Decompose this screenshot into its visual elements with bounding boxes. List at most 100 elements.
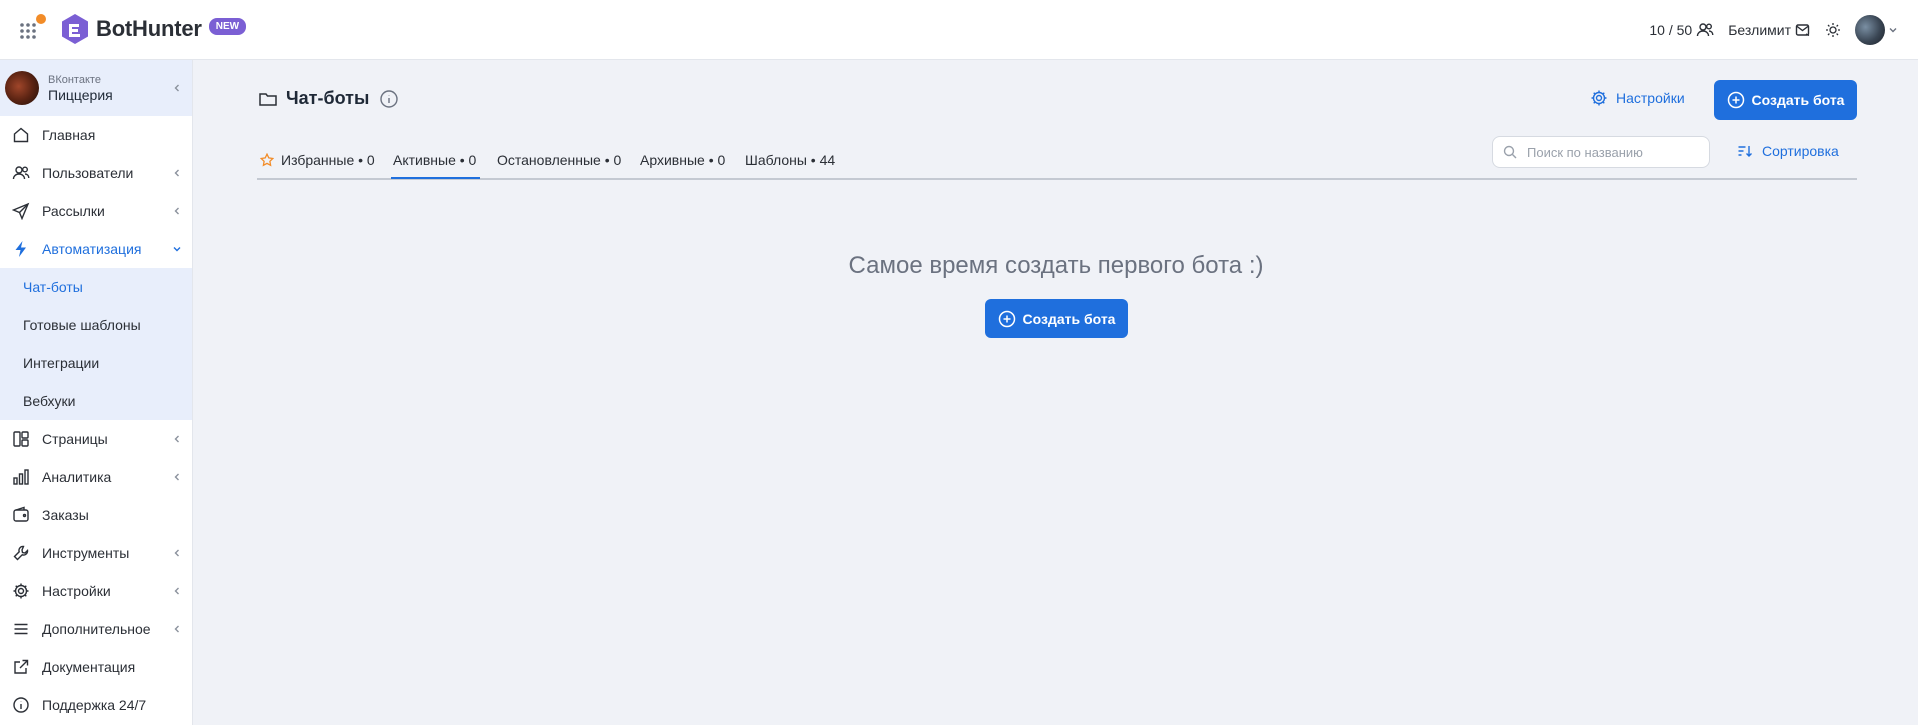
chevron-down-icon[interactable] [1888,25,1898,35]
account-switcher[interactable]: ВКонтакте Пиццерия [0,60,192,116]
users-icon [12,166,30,180]
sidebar-item-label: Рассылки [42,203,105,219]
account-name: Пиццерия [48,86,113,103]
create-bot-label: Создать бота [1751,92,1845,108]
submenu-item-chatbots[interactable]: Чат-боты [0,268,192,306]
automation-submenu: Чат-боты Готовые шаблоны Интеграции Вебх… [0,268,192,420]
folder-icon [259,92,277,106]
tab-archived[interactable]: Архивные • 0 [640,152,725,168]
tab-stopped[interactable]: Остановленные • 0 [497,152,621,168]
sidebar-item-label: Инструменты [42,545,130,561]
sidebar-item-home[interactable]: Главная [0,116,192,154]
chevron-left-icon [174,435,179,443]
sidebar-item-label: Дополнительное [42,621,151,637]
sun-icon [1826,23,1840,37]
account-avatar [5,71,39,105]
wallet-icon [13,506,29,522]
sidebar-item-label: Главная [42,127,96,143]
mail-icon [1795,24,1810,37]
header-right: 10 / 50 Безлимит [1649,14,1898,46]
menu-icon [14,623,28,635]
sidebar-item-label: Пользователи [42,165,134,181]
star-icon [260,153,274,167]
settings-link-label: Настройки [1616,90,1685,106]
sidebar-item-orders[interactable]: Заказы [0,496,192,534]
tab-label: Шаблоны • 44 [745,152,836,168]
create-bot-label: Создать бота [1022,310,1116,327]
sidebar-item-label: Документация [42,659,136,675]
tab-label: Активные • 0 [393,152,477,168]
logo[interactable]: BotHunter NEW [60,13,247,45]
plus-circle-icon [998,310,1015,327]
tab-label: Избранные • 0 [281,152,375,168]
sidebar-item-support[interactable]: Поддержка 24/7 [0,686,192,724]
search-icon [1503,145,1517,159]
sidebar-item-label: Настройки [42,583,111,599]
chevron-left-icon [174,625,179,633]
submenu-item-webhooks[interactable]: Вебхуки [0,382,192,420]
external-link-icon [14,659,29,674]
submenu-item-templates[interactable]: Готовые шаблоны [0,306,192,344]
account-platform: ВКонтакте [48,73,101,86]
top-header: BotHunter NEW 10 / 50 Безлимит [0,0,1918,60]
gear-icon [13,583,29,599]
settings-link[interactable]: Настройки [1590,89,1685,107]
subscribers-counter[interactable]: 10 / 50 [1649,21,1714,39]
page-title: Чат-боты [258,88,399,109]
sort-icon [1738,146,1752,157]
chevron-left-icon [174,549,179,557]
chevron-down-icon [173,247,181,252]
chevron-left-icon [174,84,179,92]
chevron-left-icon [174,587,179,595]
tab-label: Остановленные • 0 [497,152,622,168]
sidebar-item-settings[interactable]: Настройки [0,572,192,610]
page-title-text: Чат-боты [286,88,370,108]
sidebar-item-pages[interactable]: Страницы [0,420,192,458]
notification-dot [36,14,46,24]
sidebar-item-tools[interactable]: Инструменты [0,534,192,572]
gear-icon [1591,90,1607,106]
plan-indicator[interactable]: Безлимит [1728,22,1811,38]
wrench-icon [13,545,29,561]
sidebar-item-label: Аналитика [42,469,112,485]
sidebar-item-analytics[interactable]: Аналитика [0,458,192,496]
chevron-left-icon [174,473,179,481]
sort-label: Сортировка [1762,143,1839,159]
send-icon [12,202,30,220]
users-icon [1697,23,1714,37]
sidebar-item-label: Страницы [42,431,108,447]
sidebar-item-docs[interactable]: Документация [0,648,192,686]
sidebar: ВКонтакте Пиццерия Главная Пользователи … [0,60,193,725]
new-badge: NEW [208,17,247,35]
create-bot-button[interactable]: Создать бота [1714,80,1857,120]
create-bot-button-center[interactable]: Создать бота [985,299,1128,338]
home-icon [13,127,29,143]
sidebar-item-mailings[interactable]: Рассылки [0,192,192,230]
sidebar-item-label: Автоматизация [42,241,142,257]
chevron-left-icon [174,169,179,177]
tab-active[interactable]: Активные • 0 [390,152,481,179]
sidebar-item-label: Заказы [42,507,89,523]
info-icon [13,697,29,713]
theme-toggle[interactable] [1825,22,1841,38]
sidebar-item-automation[interactable]: Автоматизация [0,230,192,268]
counter-text: 10 / 50 [1649,22,1693,38]
tab-label: Архивные • 0 [640,152,726,168]
layout-icon [13,431,29,447]
search-input[interactable] [1527,144,1687,160]
sidebar-item-additional[interactable]: Дополнительное [0,610,192,648]
sidebar-item-users[interactable]: Пользователи [0,154,192,192]
bar-chart-icon [13,469,29,485]
sort-button[interactable]: Сортировка [1737,143,1839,159]
tab-favorites[interactable]: Избранные • 0 [260,152,375,168]
search-box [1492,136,1710,168]
account-text: ВКонтакте Пиццерия [48,74,113,103]
sidebar-item-label: Поддержка 24/7 [42,697,147,713]
plus-circle-icon [1727,91,1744,109]
lightning-icon [15,241,26,257]
info-icon[interactable] [379,89,399,109]
user-avatar[interactable] [1855,15,1885,45]
tab-templates[interactable]: Шаблоны • 44 [745,152,835,168]
empty-state-message: Самое время создать первого бота :) [848,252,1264,279]
submenu-item-integrations[interactable]: Интеграции [0,344,192,382]
